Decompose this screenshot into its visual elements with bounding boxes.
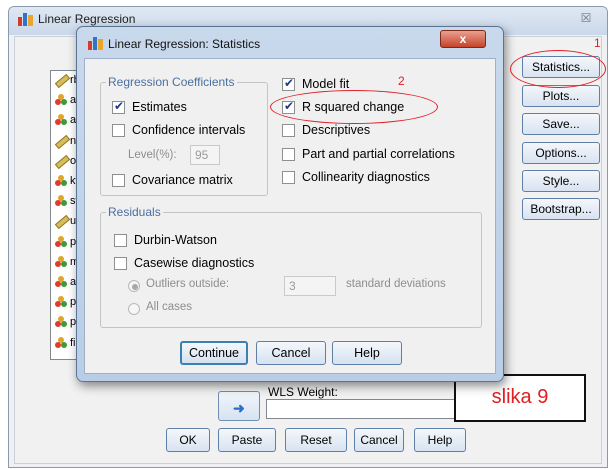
outliers-outside-label: Outliers outside:: [146, 278, 230, 290]
ok-button[interactable]: OK: [166, 428, 210, 452]
estimates-label: Estimates: [132, 100, 187, 114]
scale-variable-icon: [54, 215, 71, 230]
continue-button[interactable]: Continue: [180, 341, 248, 365]
r-squared-highlight-ellipse: [270, 90, 438, 124]
confidence-intervals-label: Confidence intervals: [132, 123, 246, 137]
casewise-diagnostics-checkbox[interactable]: [114, 257, 127, 270]
reset-button[interactable]: Reset: [285, 428, 347, 452]
parent-close-icon[interactable]: ☒: [572, 9, 600, 27]
regression-coefficients-legend: Regression Coefficients: [106, 75, 237, 89]
descriptives-label: Descriptives: [302, 123, 371, 137]
dialog-cancel-button[interactable]: Cancel: [256, 341, 326, 365]
residuals-legend: Residuals: [106, 205, 163, 219]
annotation-number-1: 1: [594, 36, 601, 50]
annotation-number-2: 2: [398, 74, 405, 88]
part-partial-correlations-checkbox[interactable]: [282, 148, 295, 161]
dialog-title: Linear Regression: Statistics: [108, 37, 261, 51]
all-cases-radio[interactable]: [128, 303, 140, 315]
nominal-variable-icon: [55, 114, 67, 126]
parent-window-title: Linear Regression: [38, 12, 136, 26]
part-partial-correlations-label: Part and partial correlations: [302, 147, 455, 161]
plots-button[interactable]: Plots...: [522, 85, 600, 107]
scale-variable-icon: [54, 73, 71, 89]
nominal-variable-icon: [55, 195, 67, 207]
covariance-matrix-label: Covariance matrix: [132, 173, 233, 187]
dialog-close-icon[interactable]: x: [440, 30, 486, 48]
model-fit-checkbox[interactable]: [282, 76, 295, 91]
scale-variable-icon: [54, 134, 71, 149]
all-cases-label: All cases: [146, 301, 193, 313]
casewise-diagnostics-label: Casewise diagnostics: [134, 256, 255, 270]
nominal-variable-icon: [55, 175, 67, 187]
nominal-variable-icon: [55, 296, 67, 308]
outliers-field[interactable]: 3: [284, 276, 336, 296]
cancel-button[interactable]: Cancel: [354, 428, 404, 452]
outliers-outside-radio[interactable]: [128, 280, 140, 292]
nominal-variable-icon: [55, 255, 67, 268]
dialog-help-button[interactable]: Help: [332, 341, 402, 365]
standard-deviations-label: standard deviations: [346, 278, 446, 290]
dialog-app-icon: [88, 36, 104, 50]
estimates-checkbox[interactable]: [112, 99, 125, 114]
covariance-matrix-checkbox[interactable]: [112, 174, 125, 187]
durbin-watson-label: Durbin-Watson: [134, 233, 217, 247]
durbin-watson-checkbox[interactable]: [114, 234, 127, 247]
nominal-variable-icon: [55, 94, 67, 106]
nominal-variable-icon: [55, 316, 67, 328]
descriptives-checkbox[interactable]: [282, 124, 295, 137]
caption-text: slika 9: [491, 386, 549, 408]
statistics-highlight-ellipse: [510, 50, 606, 88]
arrow-right-icon: ➜: [233, 400, 245, 416]
save-button[interactable]: Save...: [522, 113, 600, 135]
paste-button[interactable]: Paste: [218, 428, 276, 452]
bootstrap-button[interactable]: Bootstrap...: [522, 198, 600, 220]
scale-variable-icon: [54, 154, 71, 170]
help-button[interactable]: Help: [414, 428, 466, 452]
spss-app-icon: [18, 12, 34, 26]
wls-weight-label: WLS Weight:: [268, 385, 338, 399]
options-button[interactable]: Options...: [522, 142, 600, 164]
collinearity-diagnostics-label: Collinearity diagnostics: [302, 170, 430, 184]
move-to-wls-button[interactable]: ➜: [218, 391, 260, 421]
model-fit-label: Model fit: [302, 77, 350, 91]
nominal-variable-icon: [55, 276, 67, 288]
nominal-variable-icon: [55, 235, 67, 248]
wls-weight-field[interactable]: [266, 399, 476, 419]
level-label: Level(%):: [128, 149, 177, 161]
collinearity-diagnostics-checkbox[interactable]: [282, 171, 295, 184]
confidence-intervals-checkbox[interactable]: [112, 124, 125, 137]
style-button[interactable]: Style...: [522, 170, 600, 192]
nominal-variable-icon: [55, 336, 67, 349]
level-field[interactable]: 95: [190, 145, 220, 165]
